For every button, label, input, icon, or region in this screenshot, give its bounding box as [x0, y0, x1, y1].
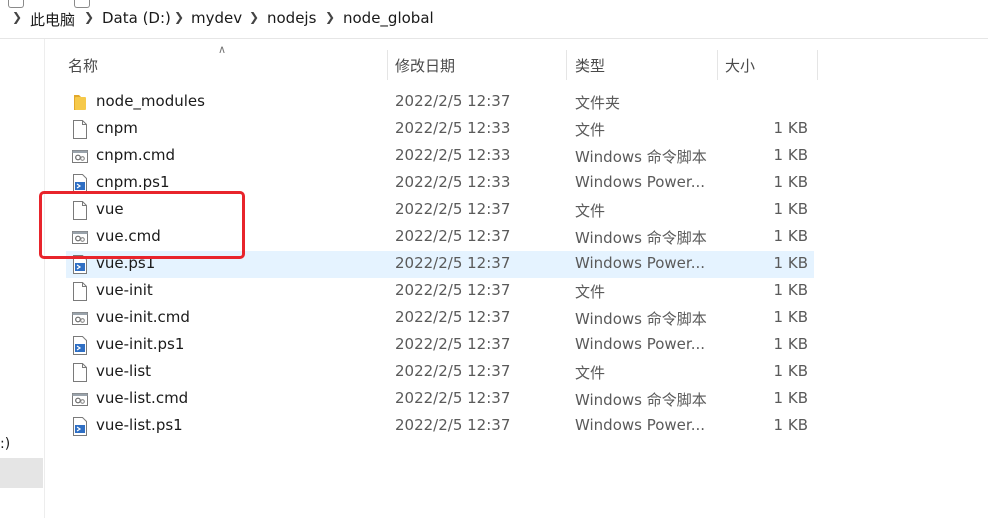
file-size: 1 KB [773, 416, 808, 434]
toolbar-button-edge[interactable] [74, 0, 90, 8]
file-type: Windows 命令脚本 [575, 148, 707, 166]
file-name: vue-list.cmd [96, 389, 189, 407]
file-date-modified: 2022/2/5 12:33 [395, 146, 511, 164]
file-type: Windows Power... [575, 254, 706, 272]
file-size: 1 KB [773, 146, 808, 164]
file-type: 文件夹 [575, 94, 621, 112]
breadcrumb-chevron-icon[interactable]: ❯ [84, 10, 94, 24]
breadcrumb-nodejs[interactable]: nodejs [267, 9, 316, 27]
breadcrumb-this-pc[interactable]: 此电脑 [30, 9, 75, 30]
file-row[interactable]: vue-init 2022/2/5 12:37 文件 1 KB [66, 278, 814, 305]
file-size: 1 KB [773, 281, 808, 299]
file-name: vue-list.ps1 [96, 416, 183, 434]
file-date-modified: 2022/2/5 12:37 [395, 281, 511, 299]
file-date-modified: 2022/2/5 12:37 [395, 308, 511, 326]
powershell-script-icon [72, 336, 88, 355]
cmd-script-icon [72, 390, 88, 409]
file-date-modified: 2022/2/5 12:37 [395, 416, 511, 434]
file-row[interactable]: vue-list.cmd 2022/2/5 12:37 Windows 命令脚本 1 … [66, 386, 814, 413]
file-name: vue-init.ps1 [96, 335, 185, 353]
file-name: cnpm [96, 119, 138, 137]
column-header-date-modified[interactable]: 修改日期 [387, 50, 567, 80]
file-row[interactable]: node_modules 2022/2/5 12:37 文件夹 [66, 89, 814, 116]
file-date-modified: 2022/2/5 12:37 [395, 200, 511, 218]
file-type: 文件 [575, 364, 606, 382]
column-header-type[interactable]: 类型 [567, 50, 718, 80]
file-type: Windows Power... [575, 173, 706, 191]
file-name: node_modules [96, 92, 205, 110]
file-row[interactable]: cnpm 2022/2/5 12:33 文件 1 KB [66, 116, 814, 143]
file-type: 文件 [575, 121, 606, 139]
file-date-modified: 2022/2/5 12:37 [395, 254, 511, 272]
file-size: 1 KB [773, 254, 808, 272]
column-header-date-label: 修改日期 [395, 57, 456, 75]
folder-icon [72, 93, 88, 112]
file-row[interactable]: vue-init.cmd 2022/2/5 12:37 Windows 命令脚本 1 … [66, 305, 814, 332]
breadcrumb-data-drive[interactable]: Data (D:) [102, 9, 171, 27]
highlight-box [39, 191, 245, 259]
file-date-modified: 2022/2/5 12:37 [395, 92, 511, 110]
column-header-type-label: 类型 [575, 57, 606, 75]
file-date-modified: 2022/2/5 12:33 [395, 119, 511, 137]
file-size: 1 KB [773, 308, 808, 326]
cmd-script-icon [72, 147, 88, 166]
toolbar-button-edge[interactable] [8, 0, 24, 8]
file-row[interactable]: vue-list 2022/2/5 12:37 文件 1 KB [66, 359, 814, 386]
breadcrumb-chevron-icon[interactable]: ❯ [174, 10, 184, 24]
breadcrumb-chevron-icon[interactable]: ❯ [325, 10, 335, 24]
powershell-script-icon [72, 417, 88, 436]
breadcrumb-chevron-icon[interactable]: ❯ [249, 10, 259, 24]
column-header-size[interactable]: 大小 [717, 50, 818, 80]
breadcrumb-chevron-icon[interactable]: ❯ [12, 10, 22, 24]
file-size: 1 KB [773, 335, 808, 353]
breadcrumb-mydev[interactable]: mydev [191, 9, 242, 27]
file-type: Windows Power... [575, 416, 706, 434]
file-date-modified: 2022/2/5 12:37 [395, 335, 511, 353]
file-size: 1 KB [773, 200, 808, 218]
file-size: 1 KB [773, 362, 808, 380]
cmd-script-icon [72, 309, 88, 328]
file-icon [72, 363, 88, 382]
file-date-modified: 2022/2/5 12:37 [395, 389, 511, 407]
column-header-name-label: 名称 [68, 57, 99, 75]
file-row[interactable]: cnpm.cmd 2022/2/5 12:33 Windows 命令脚本 1 KB [66, 143, 814, 170]
file-size: 1 KB [773, 227, 808, 245]
file-type: Windows 命令脚本 [575, 391, 707, 409]
file-type: Windows Power... [575, 335, 706, 353]
file-type: 文件 [575, 283, 606, 301]
column-header-name[interactable]: 名称 [60, 50, 388, 80]
file-row[interactable]: vue-list.ps1 2022/2/5 12:37 Windows Power.… [66, 413, 814, 440]
file-date-modified: 2022/2/5 12:33 [395, 173, 511, 191]
file-type: Windows 命令脚本 [575, 310, 707, 328]
file-row[interactable]: vue-init.ps1 2022/2/5 12:37 Windows Power.… [66, 332, 814, 359]
breadcrumb-node-global[interactable]: node_global [343, 9, 434, 27]
file-date-modified: 2022/2/5 12:37 [395, 362, 511, 380]
file-date-modified: 2022/2/5 12:37 [395, 227, 511, 245]
file-name: vue-init.cmd [96, 308, 190, 326]
file-icon [72, 282, 88, 301]
file-name: vue-init [96, 281, 153, 299]
address-bar[interactable]: ❯ 此电脑 ❯ Data (D:) ❯ mydev ❯ nodejs ❯ nod… [0, 0, 988, 39]
file-size: 1 KB [773, 119, 808, 137]
file-type: 文件 [575, 202, 606, 220]
file-name: cnpm.cmd [96, 146, 176, 164]
file-type: Windows 命令脚本 [575, 229, 707, 247]
file-size: 1 KB [773, 173, 808, 191]
nav-item-partial-label[interactable]: :) [0, 436, 10, 452]
nav-item-selected[interactable] [0, 458, 43, 488]
file-name: vue-list [96, 362, 152, 380]
file-size: 1 KB [773, 389, 808, 407]
file-icon [72, 120, 88, 139]
file-name: cnpm.ps1 [96, 173, 170, 191]
column-header-size-label: 大小 [725, 57, 756, 75]
